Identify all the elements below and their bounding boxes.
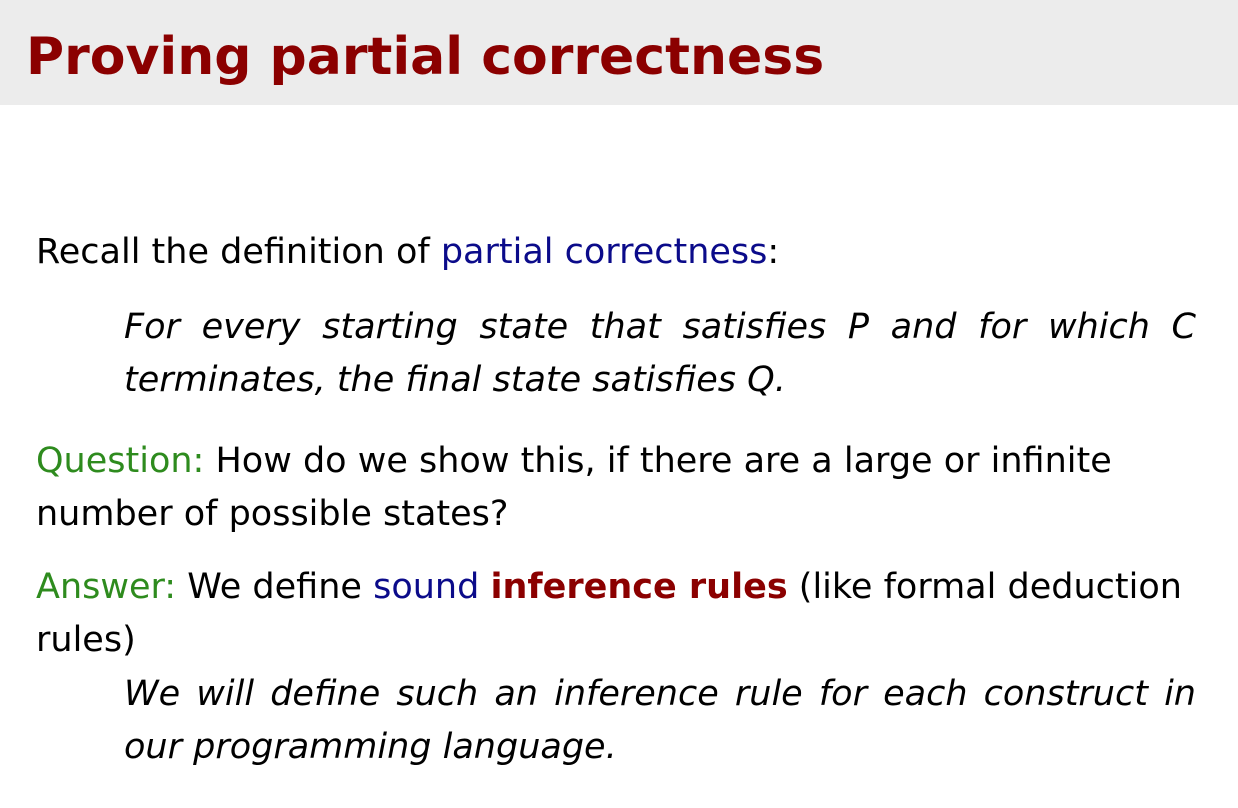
question-label: Question: xyxy=(36,441,205,481)
inference-rules-term: inference rules xyxy=(490,567,788,607)
definition-quote: For every starting state that satisfies … xyxy=(124,307,1196,400)
question-paragraph: Question: How do we show this, if there … xyxy=(36,435,1196,541)
recall-suffix: : xyxy=(767,232,780,272)
answer-label: Answer: xyxy=(36,567,177,607)
slide-title: Proving partial correctness xyxy=(26,27,825,87)
title-bar: Proving partial correctness xyxy=(0,0,1238,105)
answer-text-before: We define xyxy=(176,567,374,607)
slide-body: Recall the definition of partial correct… xyxy=(36,226,1196,774)
recall-paragraph: Recall the definition of partial correct… xyxy=(36,226,1196,279)
answer-space xyxy=(479,567,490,607)
answer-paragraph: Answer: We define sound inference rules … xyxy=(36,561,1196,667)
recall-prefix: Recall the definition of xyxy=(36,232,441,272)
answer-note-quote: We will define such an inference rule fo… xyxy=(124,674,1196,767)
sound-term: sound xyxy=(373,567,480,607)
partial-correctness-term: partial correctness xyxy=(440,232,768,272)
